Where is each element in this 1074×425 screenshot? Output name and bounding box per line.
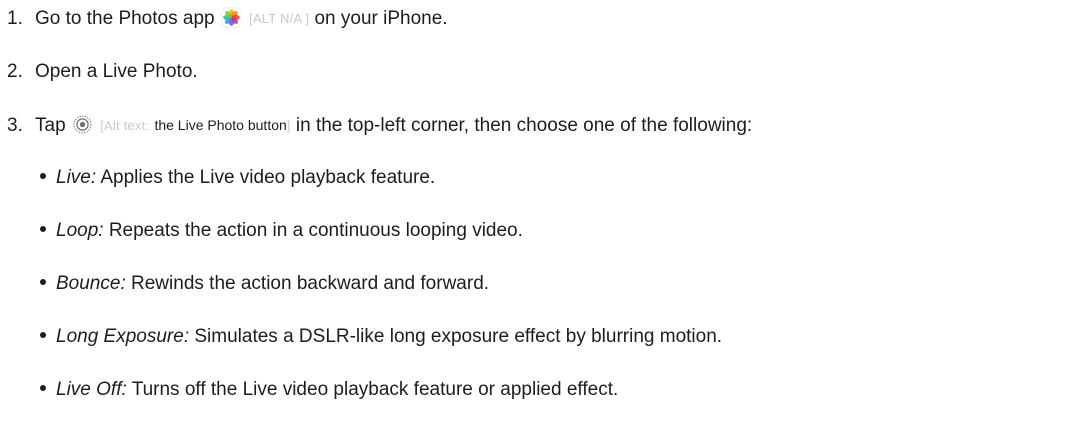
instructions-page: 1. Go to the Photos app [ALT N/A ] on you… <box>0 0 1074 425</box>
live-photo-icon <box>73 115 92 141</box>
option-term: Live: <box>56 167 97 188</box>
step-number: 2. <box>7 61 23 82</box>
step-text: Tap <box>35 115 66 136</box>
step-text: on your iPhone. <box>314 8 448 29</box>
bullet-icon <box>40 173 46 179</box>
bullet-icon <box>40 226 46 232</box>
option-term: Long Exposure: <box>56 326 190 347</box>
alt-text-label: the Live Photo button <box>154 117 287 133</box>
list-item: Loop: Repeats the action in a continuous… <box>40 219 523 243</box>
option-description: Applies the Live video playback feature. <box>100 167 436 188</box>
step-1: 1. Go to the Photos app [ALT N/A ] on you… <box>7 7 448 31</box>
step-number: 3. <box>7 115 23 136</box>
photos-app-icon <box>221 8 241 27</box>
option-term: Live Off: <box>56 379 127 400</box>
alt-text-placeholder: [ALT N/A ] <box>249 11 310 26</box>
bullet-icon <box>40 279 46 285</box>
step-number: 1. <box>7 8 23 29</box>
step-text: Open a Live Photo. <box>35 61 198 82</box>
alt-text-suffix: ] <box>286 118 291 133</box>
bullet-icon <box>40 332 46 338</box>
option-description: Turns off the Live video playback featur… <box>131 379 619 400</box>
option-description: Repeats the action in a continuous loopi… <box>108 220 523 241</box>
list-item: Live Off: Turns off the Live video playb… <box>40 378 618 402</box>
step-3: 3. Tap [Alt text: the Live Photo button] … <box>7 113 752 141</box>
step-text: in the top-left corner, then choose one … <box>295 115 753 136</box>
list-item: Bounce: Rewinds the action backward and … <box>40 272 489 296</box>
list-item: Long Exposure: Simulates a DSLR-like lon… <box>40 325 722 349</box>
bullet-icon <box>40 385 46 391</box>
step-text: Go to the Photos app <box>35 8 215 29</box>
step-2: 2. Open a Live Photo. <box>7 60 198 84</box>
option-description: Rewinds the action backward and forward. <box>131 273 490 294</box>
option-description: Simulates a DSLR-like long exposure effe… <box>194 326 723 347</box>
option-term: Loop: <box>56 220 104 241</box>
alt-text-prefix: [Alt text: <box>100 118 150 133</box>
option-term: Bounce: <box>56 273 126 294</box>
list-item: Live: Applies the Live video playback fe… <box>40 166 435 190</box>
